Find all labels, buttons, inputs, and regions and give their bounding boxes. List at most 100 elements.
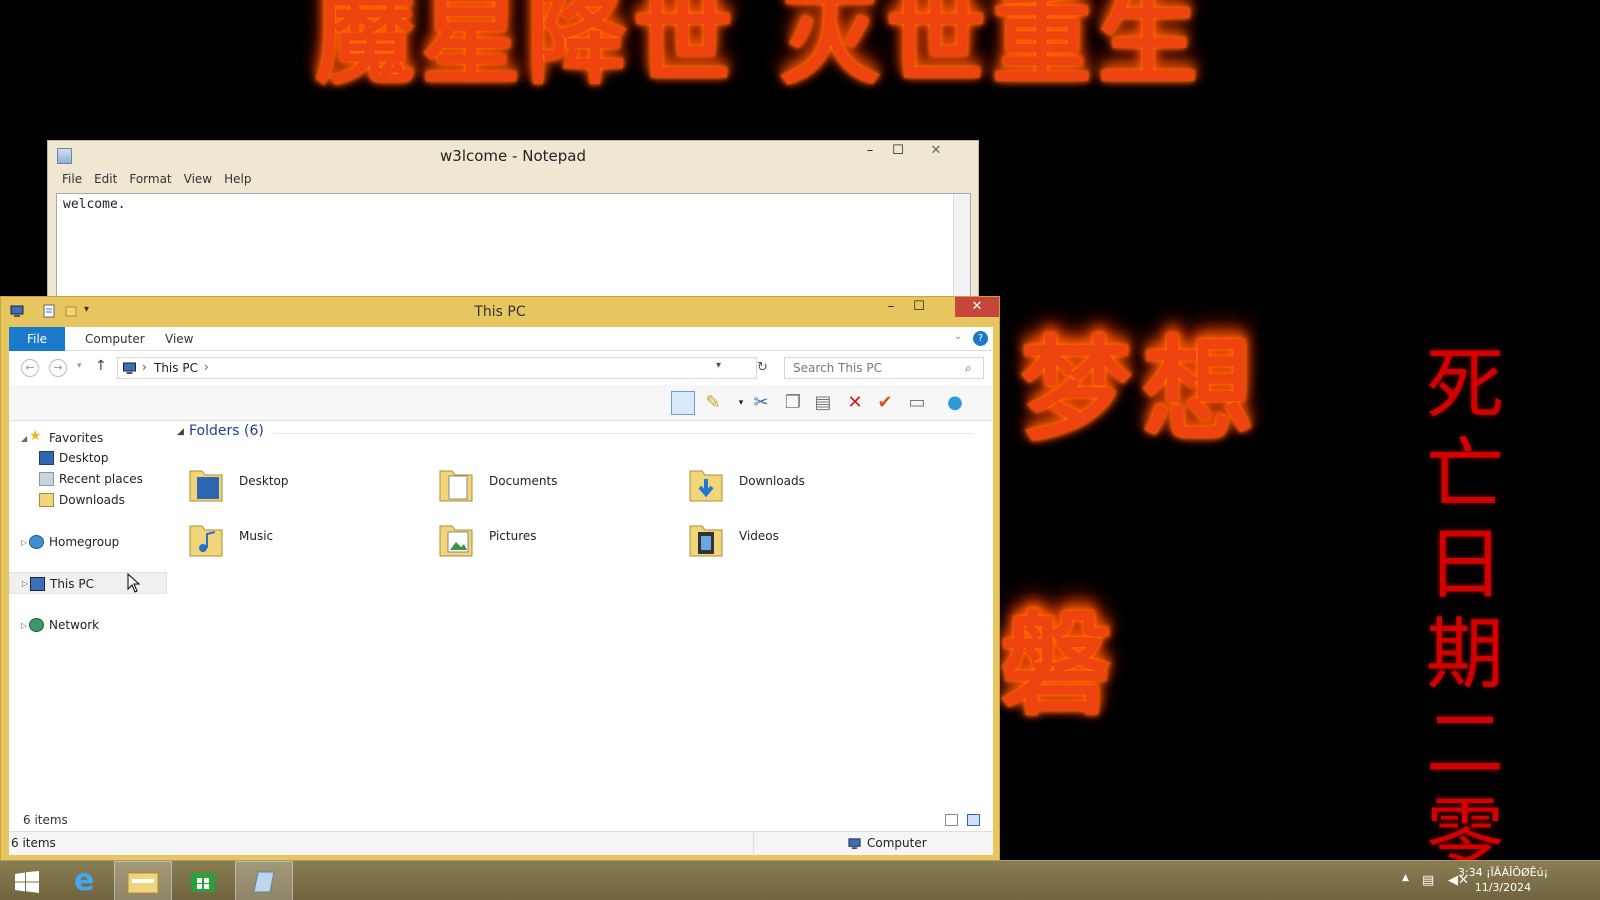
taskbar-internet-explorer[interactable]: e: [60, 861, 118, 900]
taskbar-store[interactable]: [174, 861, 232, 900]
folder-label: Downloads: [739, 474, 805, 488]
status-divider: [753, 832, 754, 856]
folder-pictures[interactable]: Pictures: [427, 514, 657, 564]
red-char: 亡: [1425, 430, 1504, 520]
item-count: 6 items: [23, 813, 68, 827]
clock-date: 11/3/2024: [1474, 881, 1532, 894]
nav-label: Network: [49, 618, 100, 632]
nav-recent-places[interactable]: Recent places: [9, 468, 169, 490]
nav-label: Desktop: [59, 451, 109, 465]
nav-homegroup[interactable]: ▷ Homegroup: [9, 531, 169, 553]
forward-button[interactable]: →: [49, 359, 67, 377]
menu-format[interactable]: Format: [123, 169, 177, 191]
large-icons-view-icon[interactable]: [967, 814, 980, 826]
desktop-folder-icon: [189, 470, 223, 502]
notepad-window[interactable]: w3lcome - Notepad – ☐ ✕ File Edit Format…: [47, 140, 979, 301]
rename-check-icon[interactable]: ✔: [873, 391, 897, 415]
tab-file[interactable]: File: [9, 327, 65, 351]
explorer-titlebar[interactable]: ▾ This PC – ☐ ✕: [1, 297, 999, 327]
expand-arrow-icon[interactable]: ▷: [21, 615, 27, 637]
keyboard-icon[interactable]: ▭: [905, 391, 929, 415]
paste-icon[interactable]: ▤: [811, 391, 835, 415]
computer-icon: [848, 838, 861, 850]
folder-videos[interactable]: Videos: [677, 514, 907, 564]
nav-label: Downloads: [59, 493, 125, 507]
clock[interactable]: 3:34 ¡ÏÂÀÎÕØÊú¡ 11/3/2024: [1458, 865, 1548, 895]
show-hidden-icons-icon[interactable]: ▲: [1402, 873, 1409, 883]
preview-pane-icon[interactable]: [671, 391, 695, 415]
explorer-close-button[interactable]: ✕: [955, 297, 999, 317]
notepad-close-button[interactable]: ✕: [914, 141, 958, 161]
folders-group-header[interactable]: Folders (6): [189, 423, 264, 439]
delete-icon[interactable]: ✕: [843, 391, 867, 415]
network-globe-icon[interactable]: ●: [943, 391, 967, 415]
expand-arrow-icon[interactable]: ▷: [22, 573, 28, 595]
notepad-icon: [253, 871, 275, 893]
cut-icon[interactable]: ✂: [749, 391, 773, 415]
recent-places-icon: [39, 472, 54, 486]
copy-icon[interactable]: ❐: [781, 391, 805, 415]
menu-help[interactable]: Help: [218, 169, 257, 191]
clock-time: 3:34 ¡ÏÂÀÎÕØÊú¡: [1457, 866, 1548, 879]
nav-favorites[interactable]: ◢ ★ Favorites: [9, 427, 169, 449]
refresh-icon[interactable]: ↻: [757, 360, 768, 375]
folder-downloads[interactable]: Downloads: [677, 459, 907, 509]
nav-label: Recent places: [59, 472, 143, 486]
nav-desktop[interactable]: Desktop: [9, 447, 169, 469]
explorer-minimize-button[interactable]: –: [877, 297, 905, 317]
expand-arrow-icon[interactable]: ▷: [21, 532, 27, 554]
ribbon-expand-icon[interactable]: ⌄: [954, 331, 962, 342]
computer-icon: [30, 577, 45, 591]
folder-label: Music: [239, 529, 274, 543]
menu-edit[interactable]: Edit: [88, 169, 123, 191]
toolbar: ✎ ▾ ✂ ❐ ▤ ✕ ✔ ▭ ●: [9, 385, 993, 421]
collapse-group-icon[interactable]: ◢: [177, 427, 184, 437]
explorer-maximize-button[interactable]: ☐: [905, 297, 933, 317]
help-icon[interactable]: ?: [973, 331, 988, 346]
breadcrumb-separator[interactable]: ›: [204, 360, 209, 374]
address-bar[interactable]: › This PC › ▾: [117, 357, 757, 379]
nav-this-pc[interactable]: ▷ This PC: [9, 572, 167, 594]
nav-label: This PC: [50, 577, 94, 591]
content-area: ◢ ★ Favorites Desktop Recent places Down…: [9, 421, 993, 809]
red-char: 期: [1425, 610, 1504, 700]
nav-network[interactable]: ▷ Network: [9, 614, 169, 636]
store-icon: [191, 873, 215, 892]
address-dropdown-icon[interactable]: ▾: [716, 360, 721, 371]
folder-music[interactable]: Music: [177, 514, 407, 564]
star-icon: ★: [29, 428, 42, 444]
pictures-folder-icon: [439, 525, 473, 557]
breadcrumb-separator[interactable]: ›: [142, 360, 147, 374]
notepad-minimize-button[interactable]: –: [856, 141, 884, 161]
up-button[interactable]: ↑: [95, 358, 107, 374]
taskbar-notepad[interactable]: [235, 861, 293, 900]
details-view-icon[interactable]: [945, 814, 958, 826]
folder-documents[interactable]: Documents: [427, 459, 657, 509]
back-button[interactable]: ←: [21, 359, 39, 377]
network-tray-icon[interactable]: ▤: [1422, 873, 1434, 888]
search-input[interactable]: Search This PC: [784, 357, 984, 379]
internet-explorer-icon: e: [74, 863, 95, 898]
downloads-folder-icon: [689, 470, 723, 502]
tab-computer[interactable]: Computer: [71, 327, 159, 351]
notepad-menubar: File Edit Format View Help: [48, 169, 978, 191]
fire-dream-text: 梦想: [1020, 325, 1264, 456]
breadcrumb-this-pc[interactable]: This PC: [154, 361, 198, 375]
notepad-titlebar[interactable]: w3lcome - Notepad – ☐ ✕: [48, 141, 978, 169]
search-icon[interactable]: ⌕: [965, 361, 972, 376]
explorer-window[interactable]: ▾ This PC – ☐ ✕ File Computer View ⌄ ? ←…: [0, 296, 1000, 862]
notepad-text-area[interactable]: welcome.: [56, 193, 971, 301]
properties-icon[interactable]: ✎: [701, 391, 725, 415]
folder-label: Documents: [489, 474, 558, 488]
start-button[interactable]: [0, 861, 58, 900]
taskbar-file-explorer[interactable]: [114, 861, 172, 900]
notepad-scrollbar[interactable]: [953, 194, 970, 300]
tab-view[interactable]: View: [151, 327, 207, 351]
menu-view[interactable]: View: [178, 169, 218, 191]
red-char: 日: [1425, 520, 1504, 610]
menu-file[interactable]: File: [56, 169, 88, 191]
folder-desktop[interactable]: Desktop: [177, 459, 407, 509]
notepad-maximize-button[interactable]: ☐: [884, 141, 912, 161]
nav-downloads[interactable]: Downloads: [9, 489, 169, 511]
recent-locations-icon[interactable]: ▾: [77, 361, 82, 371]
